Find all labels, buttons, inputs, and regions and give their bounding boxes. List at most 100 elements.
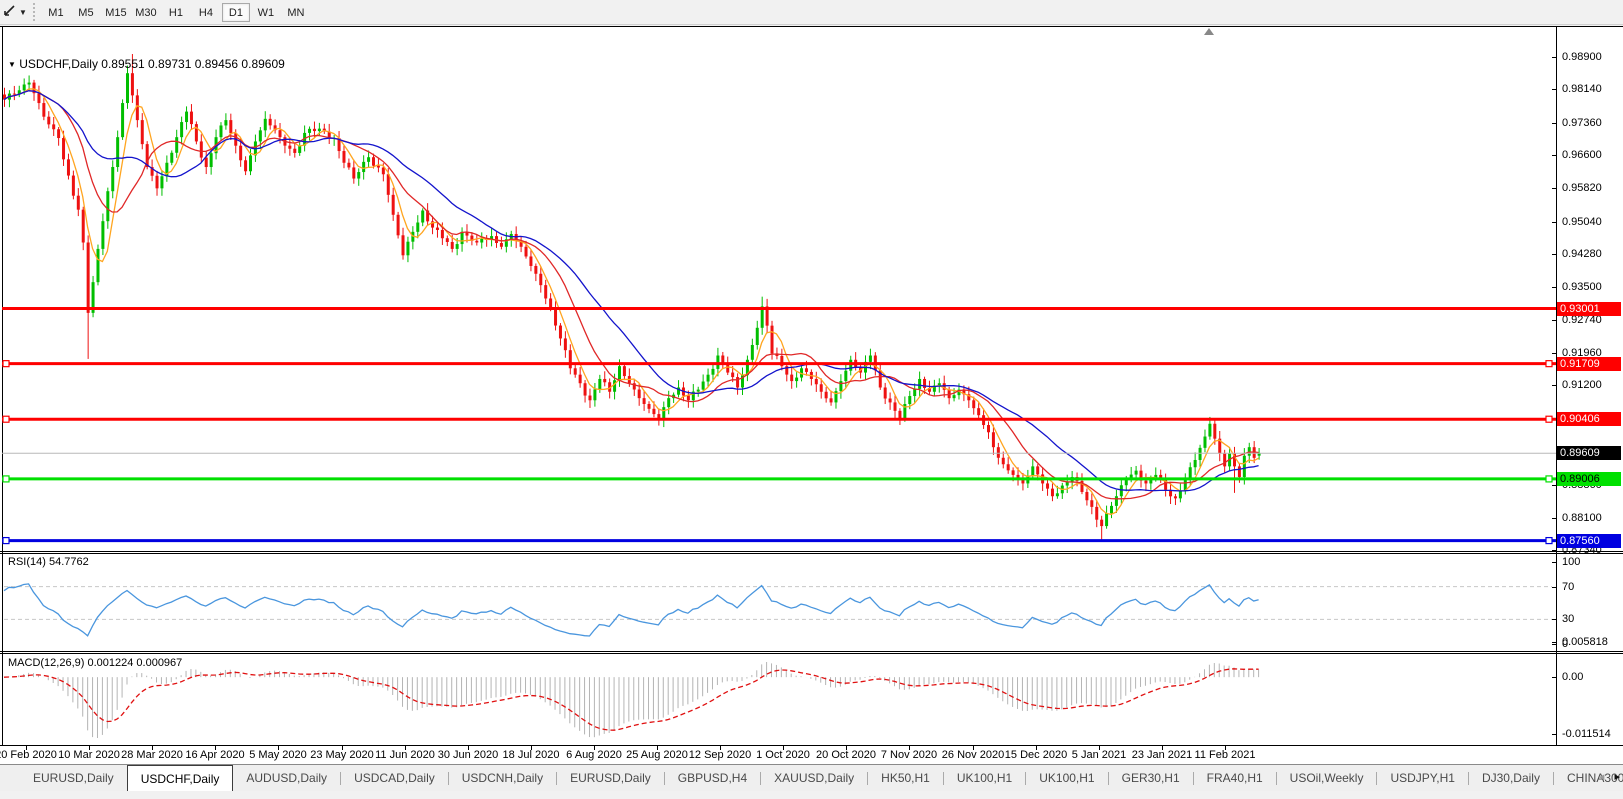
tab-uk100-h1[interactable]: UK100,H1 bbox=[1026, 765, 1107, 791]
price-axis-label: 0.96600 bbox=[1562, 149, 1602, 161]
chart-ohlc-values: 0.89551 0.89731 0.89456 0.89609 bbox=[101, 57, 285, 71]
date-label: 28 Mar 2020 bbox=[121, 749, 183, 761]
tab-usoil-weekly[interactable]: USOil,Weekly bbox=[1277, 765, 1377, 791]
macd-label: MACD(12,26,9) 0.001224 0.000967 bbox=[8, 657, 182, 669]
tab-bar-spacer bbox=[0, 765, 20, 791]
price-axis-tick bbox=[1552, 562, 1557, 563]
date-label: 12 Sep 2020 bbox=[689, 749, 751, 761]
rsi-axis-label: 70 bbox=[1562, 581, 1574, 593]
rsi-axis-label: 100 bbox=[1562, 556, 1580, 568]
tab-eurusd-daily[interactable]: EURUSD,Daily bbox=[20, 765, 127, 791]
price-axis-tick bbox=[1552, 677, 1557, 678]
chart-title: ▼ USDCHF,Daily 0.89551 0.89731 0.89456 0… bbox=[8, 57, 285, 71]
price-axis-tick bbox=[1552, 518, 1557, 519]
toolbar-grip bbox=[33, 3, 35, 21]
rsi-indicator-canvas[interactable] bbox=[0, 554, 1556, 651]
date-label: 18 Jul 2020 bbox=[503, 749, 560, 761]
tab-uk100-h1[interactable]: UK100,H1 bbox=[944, 765, 1025, 791]
timeframe-button-h1[interactable]: H1 bbox=[162, 3, 190, 22]
date-label: 23 May 2020 bbox=[310, 749, 374, 761]
chart-title-collapse-icon[interactable]: ▼ bbox=[8, 60, 16, 69]
price-axis-tick bbox=[1552, 550, 1557, 551]
price-axis-label: 0.98900 bbox=[1562, 51, 1602, 63]
macd-indicator-canvas[interactable] bbox=[0, 654, 1556, 745]
timeframe-button-mn[interactable]: MN bbox=[282, 3, 310, 22]
date-label: 26 Nov 2020 bbox=[942, 749, 1004, 761]
date-label: 6 Aug 2020 bbox=[566, 749, 622, 761]
price-axis-label: 0.95820 bbox=[1562, 182, 1602, 194]
price-level-label: 0.93001 bbox=[1557, 302, 1621, 316]
price-axis-tick bbox=[1552, 188, 1557, 189]
tab-scroll-left-icon[interactable]: ◂ bbox=[1599, 771, 1605, 783]
price-level-label: 0.87560 bbox=[1557, 534, 1621, 548]
price-level-label: 0.91709 bbox=[1557, 357, 1621, 371]
chart-tab-bar: EURUSD,DailyUSDCHF,DailyAUDUSD,DailyUSDC… bbox=[0, 764, 1623, 791]
price-level-label: 0.90406 bbox=[1557, 412, 1621, 426]
price-axis-label: 0.88100 bbox=[1562, 512, 1602, 524]
timeframe-button-h4[interactable]: H4 bbox=[192, 3, 220, 22]
date-label: 16 Apr 2020 bbox=[185, 749, 244, 761]
date-axis[interactable]: 20 Feb 202010 Mar 202028 Mar 202016 Apr … bbox=[0, 746, 1623, 764]
tab-scroll-right-icon[interactable]: ▸ bbox=[1614, 771, 1620, 783]
rsi-label: RSI(14) 54.7762 bbox=[8, 556, 89, 568]
main-chart-canvas[interactable] bbox=[0, 27, 1556, 551]
macd-axis-label: -0.011514 bbox=[1562, 728, 1611, 740]
timeframe-button-d1[interactable]: D1 bbox=[222, 3, 250, 22]
timeframe-button-m30[interactable]: M30 bbox=[132, 3, 160, 22]
timeframe-button-m1[interactable]: M1 bbox=[42, 3, 70, 22]
price-axis-label: 0.93500 bbox=[1562, 281, 1602, 293]
price-axis-tick bbox=[1552, 734, 1557, 735]
price-axis-label: 0.95040 bbox=[1562, 216, 1602, 228]
tab-gbpusd-h4[interactable]: GBPUSD,H4 bbox=[665, 765, 760, 791]
price-axis-tick bbox=[1552, 155, 1557, 156]
tab-audusd-daily[interactable]: AUDUSD,Daily bbox=[233, 765, 340, 791]
timeframe-button-group: M1M5M15M30H1H4D1W1MN bbox=[41, 3, 311, 22]
date-label: 10 Mar 2020 bbox=[58, 749, 120, 761]
date-label: 23 Jan 2021 bbox=[1132, 749, 1193, 761]
date-label: 5 May 2020 bbox=[249, 749, 306, 761]
tab-hk50-h1[interactable]: HK50,H1 bbox=[868, 765, 943, 791]
tab-usdcad-daily[interactable]: USDCAD,Daily bbox=[341, 765, 448, 791]
tab-usdjpy-h1[interactable]: USDJPY,H1 bbox=[1377, 765, 1467, 791]
price-axis-tick bbox=[1552, 89, 1557, 90]
cursor-tool-dropdown-icon[interactable]: ▼ bbox=[19, 8, 27, 17]
rsi-axis-label: 30 bbox=[1562, 613, 1574, 625]
price-axis-tick bbox=[1552, 287, 1557, 288]
timeframe-button-m5[interactable]: M5 bbox=[72, 3, 100, 22]
price-level-label: 0.89609 bbox=[1557, 446, 1621, 460]
date-label: 30 Jun 2020 bbox=[438, 749, 499, 761]
tab-fra40-h1[interactable]: FRA40,H1 bbox=[1194, 765, 1276, 791]
tab-usdchf-daily[interactable]: USDCHF,Daily bbox=[127, 765, 234, 791]
price-axis-label: 0.91200 bbox=[1562, 379, 1602, 391]
price-axis-label: 0.98140 bbox=[1562, 83, 1602, 95]
date-label: 5 Jan 2021 bbox=[1072, 749, 1126, 761]
price-axis-tick bbox=[1552, 254, 1557, 255]
rsi-panel-bottom-border bbox=[0, 651, 1623, 652]
price-level-label: 0.89006 bbox=[1557, 472, 1621, 486]
date-label: 25 Aug 2020 bbox=[626, 749, 688, 761]
chart-symbol-period: USDCHF,Daily bbox=[19, 57, 98, 71]
tab-scroll-arrows: ◂ ▸ bbox=[1599, 770, 1620, 783]
price-axis-tick bbox=[1552, 642, 1557, 643]
price-axis-label: 0.94280 bbox=[1562, 248, 1602, 260]
date-label: 20 Oct 2020 bbox=[816, 749, 876, 761]
price-axis-tick bbox=[1552, 385, 1557, 386]
price-axis-tick bbox=[1552, 619, 1557, 620]
date-label: 20 Feb 2020 bbox=[0, 749, 57, 761]
timeframe-button-w1[interactable]: W1 bbox=[252, 3, 280, 22]
price-axis-tick bbox=[1552, 353, 1557, 354]
chart-shift-marker[interactable] bbox=[1204, 28, 1214, 35]
macd-axis-label: 0.005818 bbox=[1562, 636, 1608, 648]
date-label: 11 Feb 2021 bbox=[1195, 749, 1256, 761]
cursor-tool-icon[interactable] bbox=[1, 4, 17, 20]
tab-ger30-h1[interactable]: GER30,H1 bbox=[1109, 765, 1193, 791]
main-panel-bottom-border bbox=[0, 551, 1623, 552]
price-axis-tick bbox=[1552, 123, 1557, 124]
tab-eurusd-daily[interactable]: EURUSD,Daily bbox=[557, 765, 664, 791]
timeframe-button-m15[interactable]: M15 bbox=[102, 3, 130, 22]
price-axis-label: 0.97360 bbox=[1562, 117, 1602, 129]
tab-dj30-daily[interactable]: DJ30,Daily bbox=[1469, 765, 1553, 791]
tab-xauusd-daily[interactable]: XAUUSD,Daily bbox=[761, 765, 867, 791]
tab-usdcnh-daily[interactable]: USDCNH,Daily bbox=[449, 765, 556, 791]
price-axis-tick bbox=[1552, 587, 1557, 588]
